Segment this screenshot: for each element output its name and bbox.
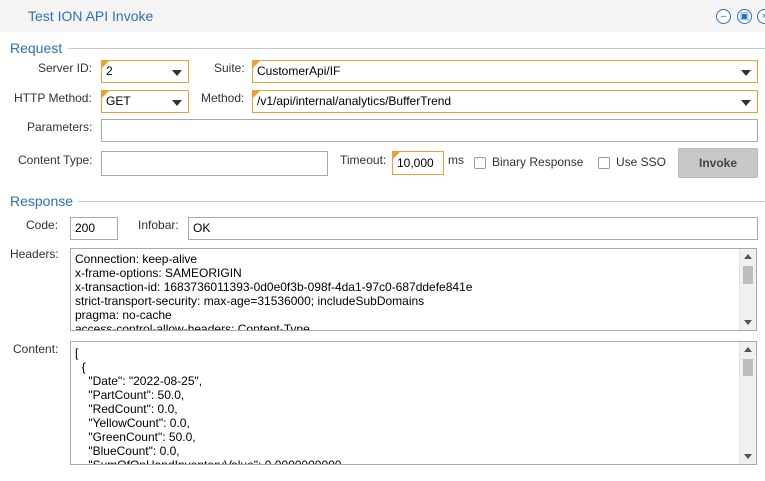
- content-label: Content:: [13, 342, 59, 356]
- server-id-label: Server ID:: [38, 61, 93, 75]
- scroll-up-icon[interactable]: [744, 254, 752, 259]
- text-line: "RedCount": 0.0,: [75, 402, 178, 416]
- text-line: {: [75, 360, 86, 374]
- text-line: "BlueCount": 0.0,: [75, 444, 180, 458]
- request-divider: [68, 48, 765, 49]
- code-field[interactable]: 200: [70, 217, 118, 240]
- text-line: x-transaction-id: 1683736011393-0d0e0f3b…: [75, 280, 473, 294]
- use-sso-label: Use SSO: [616, 155, 667, 169]
- content-type-input[interactable]: [101, 151, 328, 176]
- http-method-value: GET: [106, 94, 131, 108]
- text-line: "PartCount": 50.0,: [75, 388, 185, 402]
- method-label: Method:: [201, 91, 245, 105]
- text-line: Connection: keep-alive: [75, 252, 198, 266]
- http-method-select[interactable]: GET: [101, 90, 189, 113]
- response-divider: [78, 201, 765, 202]
- content-type-label: Content Type:: [18, 153, 93, 167]
- chevron-down-icon: [172, 99, 182, 106]
- suite-select[interactable]: CustomerApi/IF: [252, 60, 758, 83]
- request-section-title: Request: [10, 40, 63, 56]
- suite-label: Suite:: [214, 61, 245, 75]
- headers-text: Connection: keep-alive x-frame-options: S…: [75, 252, 736, 331]
- headers-scrollbar[interactable]: [739, 249, 756, 330]
- scroll-thumb[interactable]: [743, 266, 753, 284]
- timeout-label: Timeout:: [340, 153, 387, 167]
- restore-icon[interactable]: ▣: [737, 9, 752, 24]
- scroll-down-icon[interactable]: [744, 320, 752, 325]
- http-method-label: HTTP Method:: [14, 91, 92, 105]
- suite-value: CustomerApi/IF: [257, 64, 341, 78]
- timeout-input[interactable]: 10,000: [392, 151, 444, 175]
- infobar-label: Infobar:: [138, 218, 179, 232]
- text-line: access-control-allow-headers: Content-Ty…: [75, 322, 310, 331]
- infobar-field[interactable]: OK: [188, 217, 758, 240]
- content-textarea[interactable]: [ { "Date": "2022-08-25", "PartCount": 5…: [70, 341, 757, 465]
- method-value: /v1/api/internal/analytics/BufferTrend: [257, 94, 452, 108]
- chevron-down-icon: [741, 69, 751, 76]
- text-line: "SumOfOnHandInventoryValue": 0.000000000…: [75, 458, 342, 465]
- invoke-button[interactable]: Invoke: [678, 148, 758, 178]
- scroll-up-icon[interactable]: [744, 347, 752, 352]
- scroll-thumb[interactable]: [743, 359, 753, 376]
- window-title: Test ION API Invoke: [28, 8, 154, 24]
- server-id-select[interactable]: 2: [101, 60, 189, 83]
- use-sso-checkbox[interactable]: [598, 157, 610, 169]
- chevron-down-icon: [172, 69, 182, 76]
- code-label: Code:: [26, 218, 59, 232]
- scroll-down-icon[interactable]: [744, 454, 752, 459]
- text-line: [: [75, 346, 79, 360]
- minimize-icon[interactable]: –: [716, 9, 731, 24]
- text-line: pragma: no-cache: [75, 308, 172, 322]
- parameters-input[interactable]: [101, 119, 758, 142]
- parameters-label: Parameters:: [27, 120, 93, 134]
- binary-response-checkbox[interactable]: [474, 157, 486, 169]
- text-line: "GreenCount": 50.0,: [75, 430, 196, 444]
- close-icon[interactable]: ×: [757, 9, 765, 24]
- text-line: "YellowCount": 0.0,: [75, 416, 190, 430]
- method-select[interactable]: /v1/api/internal/analytics/BufferTrend: [252, 90, 758, 113]
- timeout-unit: ms: [448, 153, 464, 167]
- content-text: [ { "Date": "2022-08-25", "PartCount": 5…: [75, 346, 736, 465]
- response-section-title: Response: [10, 193, 74, 209]
- timeout-value: 10,000: [397, 156, 434, 170]
- text-line: "Date": "2022-08-25",: [75, 374, 203, 388]
- server-id-value: 2: [106, 64, 113, 78]
- headers-label: Headers:: [10, 247, 59, 261]
- text-line: strict-transport-security: max-age=31536…: [75, 294, 425, 308]
- binary-response-label: Binary Response: [492, 155, 584, 169]
- chevron-down-icon: [741, 99, 751, 106]
- content-scrollbar[interactable]: [739, 342, 756, 464]
- headers-textarea[interactable]: Connection: keep-alive x-frame-options: S…: [70, 248, 757, 331]
- text-line: x-frame-options: SAMEORIGIN: [75, 266, 242, 280]
